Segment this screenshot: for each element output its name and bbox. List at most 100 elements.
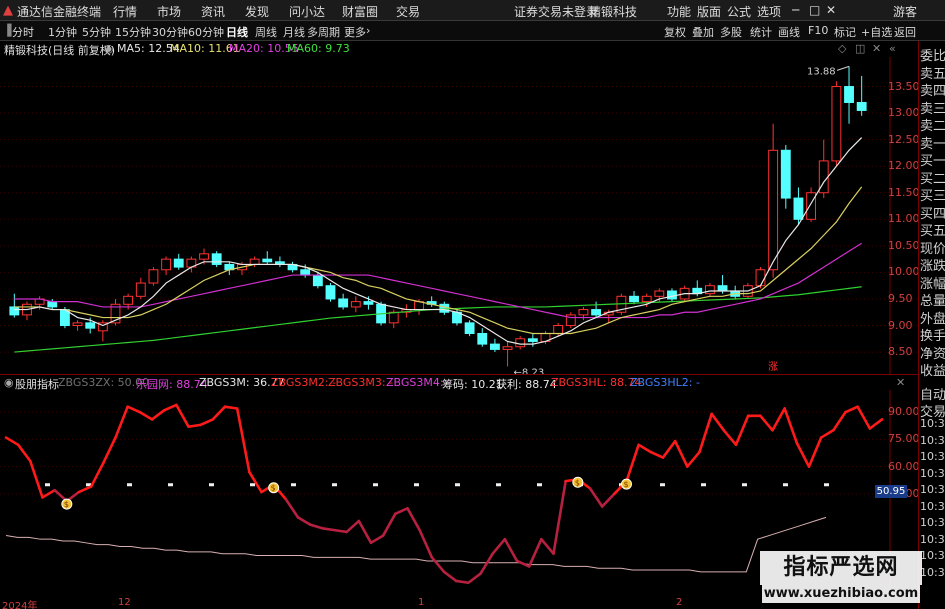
layout-toggle-icon[interactable]: ◫ [855,42,865,55]
indicator-settings-icon[interactable]: ◉ [4,376,14,389]
quote-field-label[interactable]: 净资 [920,343,945,362]
btn-f10[interactable]: F10 [808,24,828,37]
quote-field-label[interactable]: 买四 [920,203,945,222]
btn-draw[interactable]: 画线 [778,24,800,40]
more-dropdown-icon[interactable]: › [366,24,370,37]
quote-field-label[interactable]: 买五 [920,220,945,239]
quote-side-panel[interactable]: 委比 卖五 卖四 卖三 卖二 卖一 买一 买二 买三 买四 买五 现价 涨跌 涨幅 总量 外盘 换手 净资 收益 自动… [918,41,945,609]
side-time-label: 10:33 [920,450,945,463]
panel-expand-icon[interactable]: « [889,42,896,55]
tab-period-1min[interactable]: 1分钟 [48,24,77,40]
indicator-line-segment [333,528,348,534]
menu-ask[interactable]: 问小达 [289,3,325,20]
ma-settings-icon[interactable]: ◉ [104,42,114,55]
indicator-line-segment [223,405,239,410]
tab-period-week[interactable]: 周线 [255,24,277,40]
indicator-line-segment [211,405,227,421]
btn-add-watchlist[interactable]: +自选 [861,24,892,40]
tab-period-day[interactable]: 日线 [226,24,248,40]
indicator-close-icon[interactable]: ✕ [896,376,905,389]
menu-formula[interactable]: 公式 [727,3,751,20]
tab-period-multi[interactable]: 多周期 [307,24,340,40]
menu-news[interactable]: 资讯 [201,3,225,20]
candle [793,197,804,220]
indicator-line-segment [4,436,20,447]
close-icon[interactable]: ✕ [826,3,836,17]
quote-field-label[interactable]: 总量 [920,290,945,309]
menu-function[interactable]: 功能 [667,3,691,20]
quote-field-label[interactable]: 收益 [920,360,945,379]
quote-field-label[interactable]: 买三 [920,185,945,204]
menu-options[interactable]: 选项 [757,3,781,20]
indicator-line-segment [673,439,689,468]
menu-discover[interactable]: 发现 [245,3,269,20]
menu-market[interactable]: 市场 [157,3,181,20]
indicator-line-segment [552,479,567,556]
quote-field-label[interactable]: 卖四 [920,80,945,99]
indicator-line-segment [150,409,166,421]
buy-signal-icon: $ [572,476,584,488]
level-50-marker [783,483,788,487]
quote-field-label[interactable]: 外盘 [920,308,945,327]
side-time-label: 10:33 [920,483,945,496]
quote-field-label[interactable]: 卖三 [920,98,945,117]
guest-label[interactable]: 游客 [893,3,917,20]
indicator-line-segment [175,403,190,428]
btn-overlay[interactable]: 叠加 [692,24,714,40]
menu-layout[interactable]: 版面 [697,3,721,20]
indicator-line-segment [369,534,385,545]
kline-chart[interactable]: 13.88 ←8.23 涨 [0,57,918,374]
indicator-line-segment [479,552,494,575]
quote-field-label[interactable]: 涨幅 [920,273,945,292]
indicator-line-segment [734,414,750,447]
candle [388,311,399,324]
quote-field-label[interactable]: 涨跌 [920,255,945,274]
menu-trade[interactable]: 交易 [396,3,420,20]
quote-field-label[interactable]: 卖一 [920,133,945,152]
svg-text:$: $ [64,500,69,509]
panel-close-icon[interactable]: ✕ [872,42,881,55]
price-axis-label: 11.50 [888,185,920,199]
tab-period-fenshi[interactable]: 分时 [12,24,34,40]
level-50-marker [332,483,337,487]
menu-wealth[interactable]: 财富圈 [342,3,378,20]
btn-mark[interactable]: 标记 [834,24,856,40]
btn-back[interactable]: 返回 [894,24,916,40]
btn-stats[interactable]: 统计 [750,24,772,40]
indicator-line-segment [394,507,409,516]
login-notice[interactable]: 证券交易未登录 [514,3,598,20]
indicator-line-segment [381,512,397,537]
tab-period-30min[interactable]: 30分钟 [152,24,188,40]
quote-field-label[interactable]: 委比 [920,45,945,64]
quote-field-label[interactable]: 买一 [920,150,945,169]
candle [312,274,323,287]
minimize-icon[interactable]: ─ [792,3,799,17]
restore-icon[interactable]: □ [809,3,820,17]
quote-field-label[interactable]: 卖五 [920,63,945,82]
quote-field-label[interactable]: 买二 [920,168,945,187]
btn-fuquan[interactable]: 复权 [664,24,686,40]
tab-period-15min[interactable]: 15分钟 [115,24,151,40]
quote-field-label[interactable]: 现价 [920,238,945,257]
side-time-label: 10:33 [920,499,945,513]
candle [464,322,475,334]
tab-period-month[interactable]: 月线 [283,24,305,40]
svg-text:$: $ [624,480,629,489]
title-stock-name: 精锻科技 [589,5,638,19]
legend-zbgs3m3: ZBGS3M3: - [328,376,394,389]
diamond-icon[interactable]: ◇ [838,42,846,55]
menu-quotes[interactable]: 行情 [113,3,137,20]
candle [654,290,665,297]
tab-period-more[interactable]: 更多 [344,24,366,40]
tab-period-60min[interactable]: 60分钟 [188,24,224,40]
toolbar-menu-icon[interactable]: ▐ [3,24,11,37]
candle [704,285,715,295]
quote-field-label[interactable]: 换手 [920,325,945,344]
tab-period-5min[interactable]: 5分钟 [82,24,111,40]
quote-field-label[interactable]: 卖二 [920,115,945,134]
level-50-marker [701,483,706,487]
buy-signal-icon: $ [621,478,632,490]
indicator-line-segment [503,537,519,563]
indicator-line-segment [722,428,738,447]
btn-multi-stock[interactable]: 多股 [720,24,742,40]
